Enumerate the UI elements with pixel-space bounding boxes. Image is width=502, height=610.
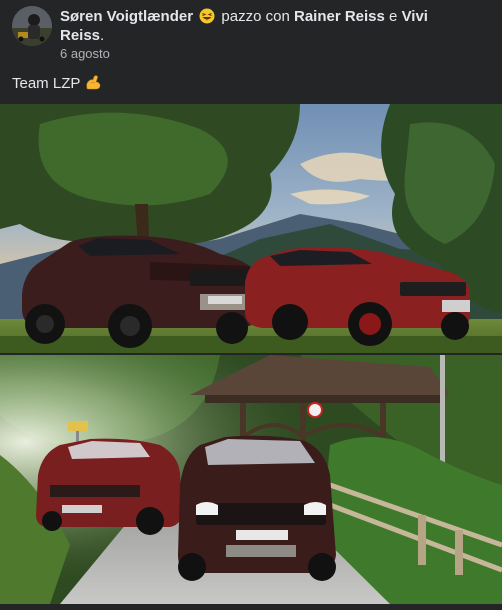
two-suvs-mountain-meadow-photo: [0, 104, 502, 353]
author-avatar[interactable]: [12, 6, 52, 46]
caption-text: Team LZP: [12, 75, 81, 92]
avatar-image: [12, 6, 52, 46]
tagged-person-1[interactable]: Rainer Reiss: [294, 8, 385, 25]
conjunction-text: e: [389, 8, 398, 25]
post-photo-2[interactable]: [0, 355, 502, 604]
two-suvs-forest-road-photo: [0, 355, 502, 604]
author-name[interactable]: Søren Voigtlænder: [60, 8, 193, 25]
feeling-text: pazzo con: [221, 8, 290, 25]
post-photo-1[interactable]: [0, 104, 502, 353]
post-bottom-divider: [0, 604, 502, 610]
tagged-suffix: .: [100, 27, 105, 44]
flexed-biceps-icon: [85, 74, 102, 91]
facebook-post: Søren Voigtlænder pazzo con Rainer Reiss…: [0, 0, 502, 610]
post-header: Søren Voigtlænder pazzo con Rainer Reiss…: [0, 0, 502, 70]
post-header-text: Søren Voigtlænder pazzo con Rainer Reiss…: [60, 7, 440, 45]
post-caption: Team LZP: [12, 74, 102, 92]
post-timestamp[interactable]: 6 agosto: [60, 46, 110, 61]
grinning-face-with-tongue-icon: [199, 8, 215, 24]
